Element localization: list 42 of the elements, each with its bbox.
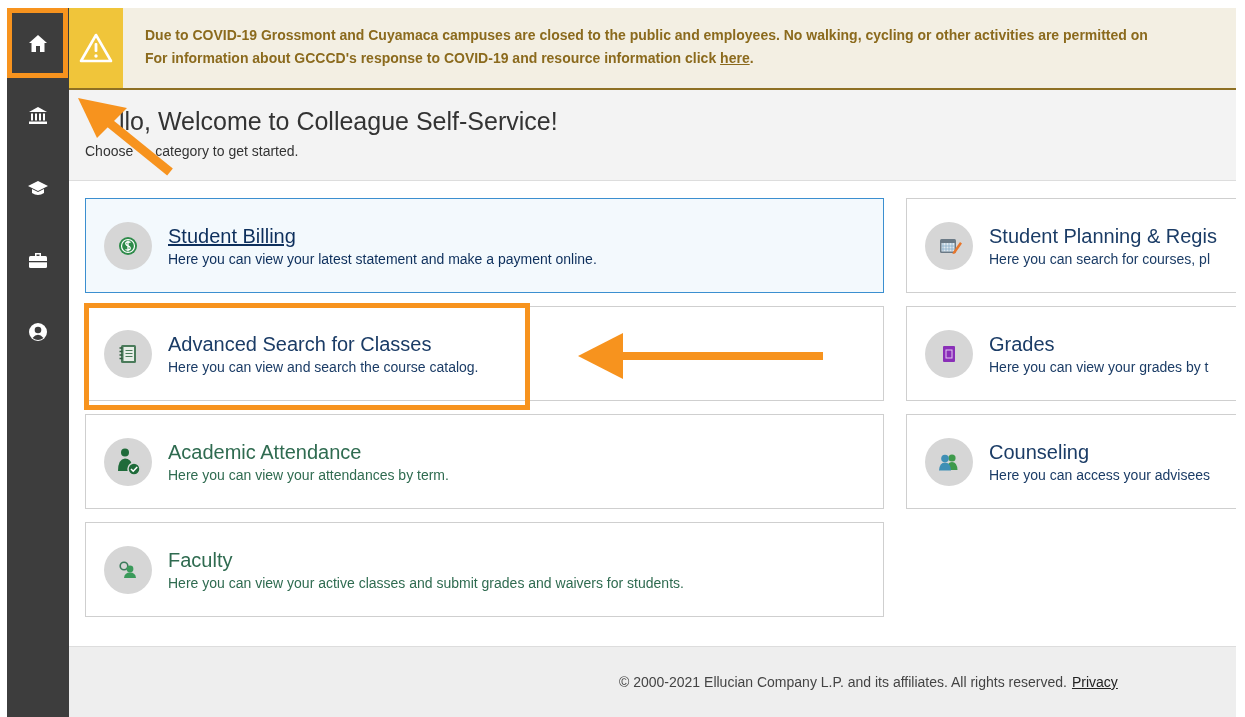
category-title[interactable]: Faculty xyxy=(168,546,233,573)
person-check-icon xyxy=(104,437,152,486)
category-title[interactable]: Student Planning & Regis xyxy=(989,222,1217,249)
user-circle-icon xyxy=(28,322,48,342)
copyright-text: © 2000-2021 Ellucian Company L.P. and its affiliates. All rights reserved. xyxy=(619,674,1067,690)
notebook-icon xyxy=(104,329,152,378)
subtitle-text: category to get started. xyxy=(155,142,299,160)
category-description: Here you can view and search the course catalog. xyxy=(168,357,479,377)
category-card[interactable]: Student Billing Here you can view your latest statement and make a payment online. xyxy=(85,198,884,293)
category-card[interactable]: Student Planning & Regis Here you can search for courses, pl xyxy=(906,198,1236,293)
annotation-box xyxy=(7,8,68,78)
graduation-cap-icon xyxy=(28,178,48,198)
category-title[interactable]: Counseling xyxy=(989,438,1090,465)
alert-message: Due to COVID-19 Grossmont and Cuyamaca campuses are closed to the public and employees. No walking, cycling or other activities are permitted on xyxy=(145,26,1148,45)
category-card[interactable]: Faculty Here you can view your active classes and submit grades and waivers for students. xyxy=(85,522,884,617)
bank-icon xyxy=(28,106,48,126)
category-description: Here you can view your attendances by term. xyxy=(168,465,449,485)
category-description: Here you can view your active classes and submit grades and waivers for students. xyxy=(168,573,684,593)
category-description: Here you can view your grades by t xyxy=(989,357,1209,377)
category-description: Here you can view your latest statement and make a payment online. xyxy=(168,249,597,269)
category-description: Here you can search for courses, pl xyxy=(989,249,1210,269)
warning-icon xyxy=(79,33,113,63)
home-icon xyxy=(28,34,48,54)
category-description: Here you can access your advisees xyxy=(989,465,1210,485)
person-speech-icon xyxy=(104,545,152,594)
category-title[interactable]: Student Billing xyxy=(168,222,296,249)
category-title[interactable]: Advanced Search for Classes xyxy=(168,330,432,357)
category-title[interactable]: Academic Attendance xyxy=(168,438,362,465)
alert-link[interactable]: here xyxy=(720,50,750,66)
dollar-coin-icon xyxy=(104,221,152,270)
category-title[interactable]: Grades xyxy=(989,330,1055,357)
privacy-link[interactable]: Privacy xyxy=(1071,674,1118,690)
briefcase-icon xyxy=(28,250,48,270)
category-card[interactable]: Counseling Here you can access your advisees xyxy=(906,414,1236,509)
page-heading: llo, Welcome to Colleague Self-Service! xyxy=(119,106,558,136)
category-card[interactable]: Grades Here you can view your grades by t xyxy=(906,306,1236,401)
category-card[interactable]: Academic Attendance Here you can view your attendances by term. xyxy=(85,414,884,509)
grade-tile-icon xyxy=(925,329,973,378)
alert-message: For information about GCCCD's response to COVID-19 and resource information click here. xyxy=(145,49,755,68)
people-icon xyxy=(925,437,973,486)
calendar-pencil-icon xyxy=(925,221,973,270)
subtitle-text: Choose xyxy=(85,142,134,160)
